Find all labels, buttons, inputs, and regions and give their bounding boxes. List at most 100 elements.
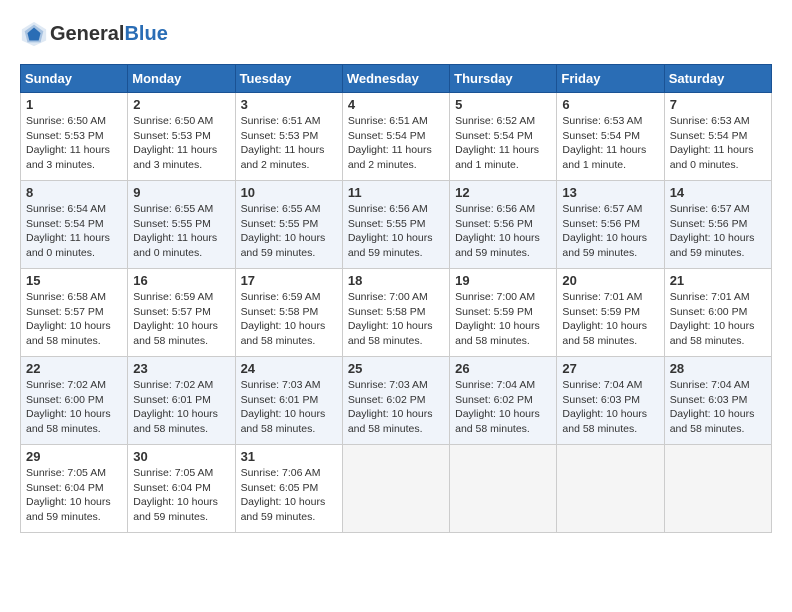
day-number: 6 xyxy=(562,97,658,112)
sunset-text: Sunset: 5:54 PM xyxy=(562,129,658,144)
sunrise-text: Sunrise: 6:50 AM xyxy=(26,114,122,129)
daylight-text: Daylight: 11 hours and 2 minutes. xyxy=(348,143,444,172)
table-row: 10Sunrise: 6:55 AMSunset: 5:55 PMDayligh… xyxy=(235,181,342,269)
daylight-text: Daylight: 11 hours and 1 minute. xyxy=(562,143,658,172)
sunrise-text: Sunrise: 6:53 AM xyxy=(670,114,766,129)
table-row: 5Sunrise: 6:52 AMSunset: 5:54 PMDaylight… xyxy=(450,93,557,181)
sunset-text: Sunset: 5:57 PM xyxy=(133,305,229,320)
sunset-text: Sunset: 5:58 PM xyxy=(348,305,444,320)
header-row: Sunday Monday Tuesday Wednesday Thursday… xyxy=(21,65,772,93)
daylight-text: Daylight: 10 hours and 59 minutes. xyxy=(455,231,551,260)
sunrise-text: Sunrise: 6:55 AM xyxy=(241,202,337,217)
col-tuesday: Tuesday xyxy=(235,65,342,93)
sunset-text: Sunset: 5:54 PM xyxy=(348,129,444,144)
sunrise-text: Sunrise: 6:50 AM xyxy=(133,114,229,129)
day-number: 2 xyxy=(133,97,229,112)
logo: GeneralBlue xyxy=(20,20,168,48)
calendar-row: 15Sunrise: 6:58 AMSunset: 5:57 PMDayligh… xyxy=(21,269,772,357)
sunset-text: Sunset: 5:56 PM xyxy=(562,217,658,232)
table-row: 23Sunrise: 7:02 AMSunset: 6:01 PMDayligh… xyxy=(128,357,235,445)
table-row: 3Sunrise: 6:51 AMSunset: 5:53 PMDaylight… xyxy=(235,93,342,181)
table-row: 25Sunrise: 7:03 AMSunset: 6:02 PMDayligh… xyxy=(342,357,449,445)
sunrise-text: Sunrise: 7:04 AM xyxy=(670,378,766,393)
sunset-text: Sunset: 6:02 PM xyxy=(348,393,444,408)
daylight-text: Daylight: 10 hours and 58 minutes. xyxy=(455,407,551,436)
day-number: 14 xyxy=(670,185,766,200)
table-row: 16Sunrise: 6:59 AMSunset: 5:57 PMDayligh… xyxy=(128,269,235,357)
daylight-text: Daylight: 11 hours and 3 minutes. xyxy=(133,143,229,172)
sunrise-text: Sunrise: 7:00 AM xyxy=(455,290,551,305)
sunrise-text: Sunrise: 6:55 AM xyxy=(133,202,229,217)
sunrise-text: Sunrise: 6:59 AM xyxy=(133,290,229,305)
sunrise-text: Sunrise: 7:01 AM xyxy=(670,290,766,305)
sunset-text: Sunset: 5:55 PM xyxy=(348,217,444,232)
day-number: 13 xyxy=(562,185,658,200)
table-row: 18Sunrise: 7:00 AMSunset: 5:58 PMDayligh… xyxy=(342,269,449,357)
table-row: 27Sunrise: 7:04 AMSunset: 6:03 PMDayligh… xyxy=(557,357,664,445)
daylight-text: Daylight: 10 hours and 59 minutes. xyxy=(670,231,766,260)
daylight-text: Daylight: 10 hours and 58 minutes. xyxy=(562,407,658,436)
sunrise-text: Sunrise: 7:03 AM xyxy=(241,378,337,393)
sunrise-text: Sunrise: 6:52 AM xyxy=(455,114,551,129)
day-number: 1 xyxy=(26,97,122,112)
daylight-text: Daylight: 10 hours and 58 minutes. xyxy=(241,407,337,436)
table-row: 19Sunrise: 7:00 AMSunset: 5:59 PMDayligh… xyxy=(450,269,557,357)
table-row: 28Sunrise: 7:04 AMSunset: 6:03 PMDayligh… xyxy=(664,357,771,445)
sunset-text: Sunset: 5:57 PM xyxy=(26,305,122,320)
sunrise-text: Sunrise: 6:57 AM xyxy=(670,202,766,217)
sunset-text: Sunset: 5:56 PM xyxy=(670,217,766,232)
daylight-text: Daylight: 11 hours and 0 minutes. xyxy=(26,231,122,260)
daylight-text: Daylight: 10 hours and 59 minutes. xyxy=(348,231,444,260)
table-row: 6 Sunrise: 6:53 AMSunset: 5:54 PMDaylight… xyxy=(557,93,664,181)
day-number: 15 xyxy=(26,273,122,288)
table-row: 29Sunrise: 7:05 AMSunset: 6:04 PMDayligh… xyxy=(21,445,128,533)
day-number: 25 xyxy=(348,361,444,376)
col-saturday: Saturday xyxy=(664,65,771,93)
table-row: 4Sunrise: 6:51 AMSunset: 5:54 PMDaylight… xyxy=(342,93,449,181)
col-thursday: Thursday xyxy=(450,65,557,93)
sunrise-text: Sunrise: 7:02 AM xyxy=(133,378,229,393)
sunrise-text: Sunrise: 7:00 AM xyxy=(348,290,444,305)
sunrise-text: Sunrise: 7:05 AM xyxy=(26,466,122,481)
daylight-text: Daylight: 10 hours and 58 minutes. xyxy=(455,319,551,348)
sunrise-text: Sunrise: 6:59 AM xyxy=(241,290,337,305)
logo-icon xyxy=(20,20,48,48)
table-row: 8Sunrise: 6:54 AMSunset: 5:54 PMDaylight… xyxy=(21,181,128,269)
day-number: 7 xyxy=(670,97,766,112)
col-monday: Monday xyxy=(128,65,235,93)
col-friday: Friday xyxy=(557,65,664,93)
day-number: 27 xyxy=(562,361,658,376)
day-number: 23 xyxy=(133,361,229,376)
day-number: 8 xyxy=(26,185,122,200)
sunset-text: Sunset: 6:00 PM xyxy=(670,305,766,320)
day-number: 9 xyxy=(133,185,229,200)
daylight-text: Daylight: 10 hours and 59 minutes. xyxy=(562,231,658,260)
sunset-text: Sunset: 6:05 PM xyxy=(241,481,337,496)
day-number: 29 xyxy=(26,449,122,464)
logo-text: GeneralBlue xyxy=(50,23,168,45)
sunrise-text: Sunrise: 7:01 AM xyxy=(562,290,658,305)
day-number: 24 xyxy=(241,361,337,376)
daylight-text: Daylight: 10 hours and 58 minutes. xyxy=(670,407,766,436)
day-number: 30 xyxy=(133,449,229,464)
table-row xyxy=(664,445,771,533)
calendar-row: 1 Sunrise: 6:50 AM Sunset: 5:53 PM Daylight… xyxy=(21,93,772,181)
day-number: 28 xyxy=(670,361,766,376)
day-number: 10 xyxy=(241,185,337,200)
sunrise-text: Sunrise: 7:03 AM xyxy=(348,378,444,393)
sunrise-text: Sunrise: 7:04 AM xyxy=(455,378,551,393)
sunrise-text: Sunrise: 6:53 AM xyxy=(562,114,658,129)
table-row: 17Sunrise: 6:59 AMSunset: 5:58 PMDayligh… xyxy=(235,269,342,357)
sunset-text: Sunset: 6:03 PM xyxy=(562,393,658,408)
day-number: 22 xyxy=(26,361,122,376)
day-number: 16 xyxy=(133,273,229,288)
table-row: 24Sunrise: 7:03 AMSunset: 6:01 PMDayligh… xyxy=(235,357,342,445)
daylight-text: Daylight: 10 hours and 58 minutes. xyxy=(670,319,766,348)
calendar-row: 22Sunrise: 7:02 AMSunset: 6:00 PMDayligh… xyxy=(21,357,772,445)
table-row: 31Sunrise: 7:06 AMSunset: 6:05 PMDayligh… xyxy=(235,445,342,533)
sunset-text: Sunset: 5:53 PM xyxy=(241,129,337,144)
sunrise-text: Sunrise: 7:06 AM xyxy=(241,466,337,481)
sunrise-text: Sunrise: 6:56 AM xyxy=(348,202,444,217)
day-number: 19 xyxy=(455,273,551,288)
daylight-text: Daylight: 10 hours and 58 minutes. xyxy=(562,319,658,348)
